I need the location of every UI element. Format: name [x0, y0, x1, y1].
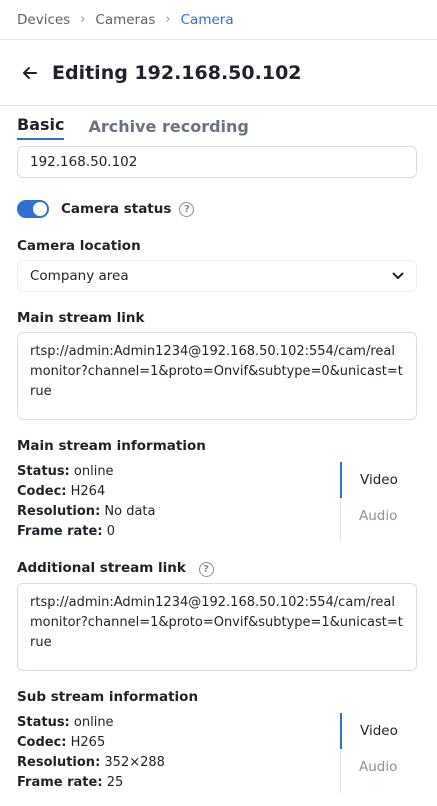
- toggle-knob: [33, 202, 47, 216]
- main-stream-link-label: Main stream link: [17, 310, 145, 326]
- status-key: Status:: [17, 464, 70, 479]
- arrow-left-icon[interactable]: [20, 63, 40, 83]
- page-title: Editing 192.168.50.102: [52, 61, 302, 84]
- camera-location-label: Camera location: [17, 238, 141, 254]
- camera-location-value: Company area: [30, 268, 129, 284]
- status-key: Status:: [17, 715, 70, 730]
- main-stream-info-lines: Status: online Codec: H264 Resolution: N…: [17, 462, 340, 542]
- status-line: Status: online: [17, 713, 340, 733]
- camera-status-label: Camera status: [61, 201, 172, 217]
- chevron-right-icon: ›: [165, 12, 171, 27]
- framerate-key: Frame rate:: [17, 524, 103, 539]
- camera-name-input[interactable]: 192.168.50.102: [17, 146, 417, 178]
- resolution-line: Resolution: No data: [17, 502, 340, 522]
- resolution-line: Resolution: 352×288: [17, 753, 340, 773]
- breadcrumb: Devices › Cameras › Camera: [0, 0, 437, 40]
- additional-stream-link-row: Additional stream link ?: [17, 560, 420, 577]
- codec-key: Codec:: [17, 484, 67, 499]
- resolution-value: 352×288: [104, 755, 165, 770]
- codec-value: H264: [70, 484, 106, 499]
- main-stream-info-label: Main stream information: [17, 438, 206, 454]
- sub-stream-info-label: Sub stream information: [17, 689, 199, 705]
- status-value: online: [73, 715, 114, 730]
- tab-archive-recording[interactable]: Archive recording: [88, 117, 248, 140]
- chevron-down-icon: [392, 268, 404, 284]
- tab-video[interactable]: Video: [340, 713, 420, 749]
- chevron-right-icon: ›: [80, 12, 86, 27]
- codec-value: H265: [70, 735, 106, 750]
- tab-audio[interactable]: Audio: [341, 498, 420, 534]
- sub-stream-info-lines: Status: online Codec: H265 Resolution: 3…: [17, 713, 340, 793]
- breadcrumb-camera[interactable]: Camera: [181, 12, 234, 28]
- sub-stream-info: Status: online Codec: H265 Resolution: 3…: [17, 713, 420, 793]
- camera-status-toggle[interactable]: [17, 200, 49, 218]
- tab-bar: Basic Archive recording: [17, 106, 420, 140]
- breadcrumb-devices[interactable]: Devices: [17, 12, 70, 28]
- main-stream-media-tabs: Video Audio: [340, 462, 420, 542]
- main-stream-info: Status: online Codec: H264 Resolution: N…: [17, 462, 420, 542]
- status-value: online: [73, 464, 114, 479]
- main-stream-link-input[interactable]: rtsp://admin:Admin1234@192.168.50.102:55…: [17, 332, 417, 420]
- breadcrumb-cameras[interactable]: Cameras: [95, 12, 155, 28]
- sub-stream-media-tabs: Video Audio: [340, 713, 420, 793]
- edit-form: Basic Archive recording 192.168.50.102 C…: [0, 106, 437, 793]
- framerate-line: Frame rate: 25: [17, 773, 340, 793]
- tab-audio[interactable]: Audio: [341, 749, 420, 785]
- tab-video[interactable]: Video: [340, 462, 420, 498]
- framerate-key: Frame rate:: [17, 775, 103, 790]
- framerate-line: Frame rate: 0: [17, 522, 340, 542]
- question-circle-icon[interactable]: ?: [198, 562, 214, 577]
- additional-stream-link-label: Additional stream link: [17, 560, 186, 576]
- status-line: Status: online: [17, 462, 340, 482]
- additional-stream-link-input[interactable]: rtsp://admin:Admin1234@192.168.50.102:55…: [17, 583, 417, 671]
- tab-basic[interactable]: Basic: [17, 115, 65, 140]
- resolution-value: No data: [104, 504, 156, 519]
- codec-line: Codec: H265: [17, 733, 340, 753]
- camera-status-row: Camera status ?: [17, 198, 420, 220]
- camera-location-select[interactable]: Company area: [17, 260, 417, 292]
- resolution-key: Resolution:: [17, 504, 101, 519]
- question-circle-icon[interactable]: ?: [179, 201, 195, 217]
- codec-line: Codec: H264: [17, 482, 340, 502]
- page-header: Editing 192.168.50.102: [0, 40, 437, 106]
- framerate-value: 25: [106, 775, 124, 790]
- resolution-key: Resolution:: [17, 755, 101, 770]
- codec-key: Codec:: [17, 735, 67, 750]
- framerate-value: 0: [106, 524, 115, 539]
